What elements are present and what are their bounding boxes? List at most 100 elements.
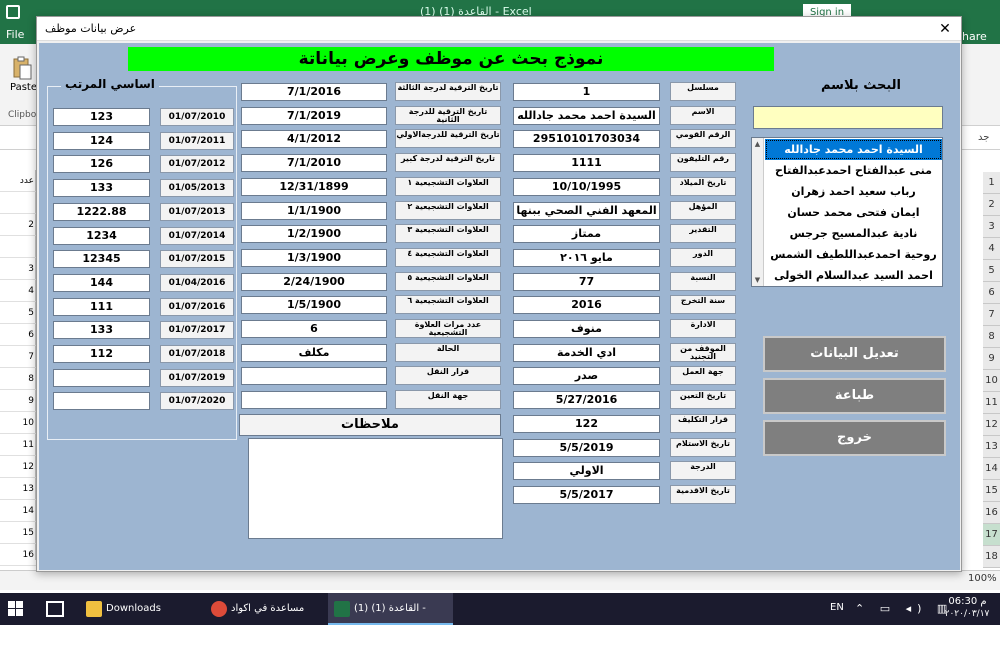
salary-value-field[interactable]: 133 — [53, 179, 150, 198]
name-list-item[interactable]: نادية عبدالمسيح جرجس — [765, 223, 942, 244]
print-button[interactable]: طباعة — [763, 378, 946, 414]
personal-value-field[interactable]: 1111 — [513, 154, 660, 173]
row-header[interactable]: 7 — [983, 304, 1000, 326]
sheet-cell[interactable]: عدد — [0, 170, 36, 192]
promotion-value-field[interactable]: 6 — [241, 320, 387, 338]
name-list-item[interactable]: ايمان فتحى محمد حسان — [765, 202, 942, 223]
promotion-value-field[interactable] — [241, 367, 387, 386]
row-header[interactable]: 13 — [983, 436, 1000, 458]
promotion-value-field[interactable]: مكلف — [241, 343, 387, 362]
personal-value-field[interactable]: 122 — [513, 414, 660, 433]
name-list-item[interactable]: رباب سعيد احمد زهران — [765, 181, 942, 202]
salary-value-field[interactable] — [53, 368, 150, 387]
row-header[interactable]: 12 — [983, 414, 1000, 436]
sheet-cell[interactable]: 15 — [0, 522, 36, 544]
personal-value-field[interactable]: ادي الخدمة — [513, 343, 660, 362]
font-box[interactable]: جد — [978, 132, 989, 143]
paste-label[interactable]: Paste — [10, 82, 37, 93]
sheet-cell[interactable]: 10 — [0, 412, 36, 434]
salary-value-field[interactable]: 112 — [53, 345, 150, 363]
name-listbox[interactable]: ▲ ▼ السيدة احمد محمد جادالله منى عبدالفتا… — [751, 137, 943, 287]
promotion-value-field[interactable]: 7/1/2016 — [241, 83, 387, 101]
taskbar-item-chrome[interactable]: مساعدة في اكواد الا... — [205, 593, 325, 646]
promotion-value-field[interactable]: 7/1/2019 — [241, 106, 387, 125]
promotion-value-field[interactable]: 4/1/2012 — [241, 130, 387, 149]
sheet-cell[interactable] — [0, 236, 36, 258]
scroll-up-icon[interactable]: ▲ — [753, 139, 762, 149]
sheet-cell[interactable]: 11 — [0, 434, 36, 456]
task-view-icon[interactable] — [46, 601, 64, 617]
personal-value-field[interactable]: 2016 — [513, 296, 660, 315]
dialog-titlebar[interactable]: عرض بيانات موظف ✕ — [37, 17, 961, 41]
sheet-cell[interactable] — [0, 192, 36, 214]
salary-value-field[interactable]: 12345 — [53, 250, 150, 269]
row-header[interactable]: 6 — [983, 282, 1000, 304]
personal-value-field[interactable]: 5/5/2017 — [513, 485, 660, 504]
name-list-item[interactable]: روحية احمدعبداللطيف الشمس — [765, 244, 942, 265]
promotion-value-field[interactable]: 1/5/1900 — [241, 296, 387, 315]
sheet-cell[interactable]: 12 — [0, 456, 36, 478]
promotion-value-field[interactable]: 1/3/1900 — [241, 248, 387, 267]
sheet-cell[interactable]: 3 — [0, 258, 36, 280]
sheet-cell[interactable]: 16 — [0, 544, 36, 566]
sheet-cell[interactable]: 4 — [0, 280, 36, 302]
row-header[interactable]: 3 — [983, 216, 1000, 238]
exit-button[interactable]: خروج — [763, 420, 946, 456]
personal-value-field[interactable]: 5/5/2019 — [513, 438, 660, 457]
personal-value-field[interactable]: مايو ٢٠١٦ — [513, 248, 660, 267]
row-header[interactable]: 16 — [983, 502, 1000, 524]
taskbar-item-excel[interactable]: القاعدة (1) (1) - Excel — [328, 593, 453, 646]
paste-icon[interactable] — [12, 56, 32, 80]
search-input[interactable] — [753, 106, 943, 129]
name-list-item[interactable]: احمد السيد عبدالسلام الخولى — [765, 265, 942, 286]
salary-value-field[interactable] — [53, 392, 150, 411]
promotion-value-field[interactable]: 2/24/1900 — [241, 272, 387, 291]
personal-value-field[interactable]: الاولي — [513, 462, 660, 481]
tray-icons[interactable]: ⌃ ▭ ◂) ▥ — [855, 602, 953, 615]
row-header[interactable]: 14 — [983, 458, 1000, 480]
promotion-value-field[interactable]: 1/2/1900 — [241, 225, 387, 244]
sheet-cell[interactable]: 14 — [0, 500, 36, 522]
row-header[interactable]: 15 — [983, 480, 1000, 502]
clock-date[interactable]: ٢٠٢٠/٠٣/١٧ — [943, 609, 991, 619]
notes-textbox[interactable] — [248, 438, 503, 539]
salary-value-field[interactable]: 111 — [53, 297, 150, 316]
sheet-cell[interactable]: 6 — [0, 324, 36, 346]
salary-value-field[interactable]: 144 — [53, 273, 150, 292]
personal-value-field[interactable]: منوف — [513, 320, 660, 338]
sheet-cell[interactable]: 9 — [0, 390, 36, 412]
name-list-item[interactable]: السيدة احمد محمد جادالله — [765, 139, 942, 160]
salary-value-field[interactable]: 123 — [53, 108, 150, 126]
close-icon[interactable]: ✕ — [931, 19, 959, 39]
promotion-value-field[interactable] — [241, 391, 387, 410]
row-header[interactable]: 8 — [983, 326, 1000, 348]
salary-value-field[interactable]: 1234 — [53, 226, 150, 245]
edit-data-button[interactable]: تعديل البيانات — [763, 336, 946, 372]
row-header[interactable]: 9 — [983, 348, 1000, 370]
row-header[interactable]: 4 — [983, 238, 1000, 260]
language-indicator[interactable]: EN — [830, 602, 844, 613]
personal-value-field[interactable]: المعهد الفني الصحي ببنها — [513, 201, 660, 220]
salary-value-field[interactable]: 126 — [53, 155, 150, 174]
promotion-value-field[interactable]: 7/1/2010 — [241, 154, 387, 173]
salary-value-field[interactable]: 1222.88 — [53, 202, 150, 221]
personal-value-field[interactable]: 1 — [513, 83, 660, 101]
name-list-item[interactable]: منى عبدالفتاح احمدعبدالفتاح — [765, 160, 942, 181]
row-header[interactable]: 10 — [983, 370, 1000, 392]
list-scrollbar[interactable]: ▲ ▼ — [752, 138, 764, 286]
promotion-value-field[interactable]: 12/31/1899 — [241, 177, 387, 196]
share-button[interactable]: hare — [962, 30, 987, 43]
personal-value-field[interactable]: 29510101703034 — [513, 130, 660, 149]
sheet-cell[interactable]: 2 — [0, 214, 36, 236]
sheet-cell[interactable]: 5 — [0, 302, 36, 324]
personal-value-field[interactable]: ممتاز — [513, 225, 660, 244]
sheet-cell[interactable]: 13 — [0, 478, 36, 500]
sheet-cell[interactable]: 7 — [0, 346, 36, 368]
save-icon[interactable] — [6, 5, 20, 19]
zoom-level[interactable]: 100% — [968, 573, 997, 584]
row-header[interactable]: 1 — [983, 172, 1000, 194]
personal-value-field[interactable]: السيدة احمد محمد جادالله — [513, 106, 660, 125]
row-header[interactable]: 17 — [983, 524, 1000, 546]
personal-value-field[interactable]: صدر — [513, 367, 660, 386]
personal-value-field[interactable]: 10/10/1995 — [513, 177, 660, 196]
